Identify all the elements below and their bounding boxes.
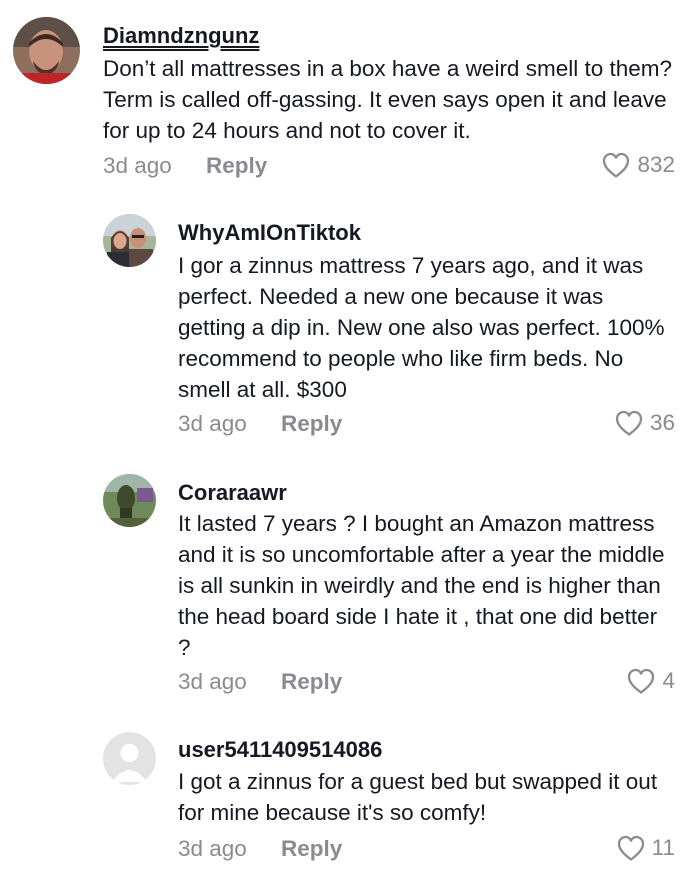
avatar-photo-icon bbox=[13, 17, 80, 84]
like-count: 36 bbox=[649, 410, 675, 435]
reply-button[interactable]: Reply bbox=[281, 669, 342, 695]
avatar-photo-icon bbox=[103, 214, 156, 267]
comment-text: It lasted 7 years ? I bought an Amazon m… bbox=[178, 511, 665, 660]
comment-text: I gor a zinnus mattress 7 years ago, and… bbox=[178, 253, 665, 402]
avatar-photo-icon bbox=[103, 474, 156, 527]
avatar[interactable] bbox=[13, 17, 80, 84]
like-count: 832 bbox=[637, 152, 675, 177]
heart-outline-icon bbox=[603, 152, 630, 178]
comment-item: user5411409514086 I got a zinnus for a g… bbox=[0, 725, 689, 877]
like-count: 4 bbox=[662, 668, 675, 693]
comment-timestamp: 3d ago bbox=[178, 411, 247, 436]
like-button[interactable]: 36 bbox=[614, 409, 675, 437]
comment-username[interactable]: WhyAmIOnTiktok bbox=[178, 220, 361, 246]
reply-button[interactable]: Reply bbox=[281, 411, 342, 437]
comment-item: WhyAmIOnTiktok I gor a zinnus mattress 7… bbox=[0, 200, 689, 460]
default-avatar-icon bbox=[103, 732, 156, 785]
heart-outline-icon bbox=[617, 835, 644, 861]
avatar[interactable] bbox=[103, 732, 156, 785]
reply-button[interactable]: Reply bbox=[206, 153, 267, 179]
avatar[interactable] bbox=[103, 474, 156, 527]
comment-item: Coraraawr It lasted 7 years ? I bought a… bbox=[0, 460, 689, 725]
reply-button[interactable]: Reply bbox=[281, 836, 342, 862]
comment-item: Diamndzngunz Don’t all mattresses in a b… bbox=[0, 0, 689, 200]
comment-timestamp: 3d ago bbox=[178, 669, 247, 694]
like-button[interactable]: 832 bbox=[601, 151, 675, 179]
comment-text: I got a zinnus for a guest bed but swapp… bbox=[178, 769, 658, 825]
comment-timestamp: 3d ago bbox=[178, 836, 247, 861]
avatar[interactable] bbox=[103, 214, 156, 267]
heart-outline-icon bbox=[628, 668, 655, 694]
comment-timestamp: 3d ago bbox=[103, 153, 172, 178]
comment-username[interactable]: Coraraawr bbox=[178, 480, 287, 506]
like-button[interactable]: 11 bbox=[616, 834, 675, 862]
comment-username[interactable]: user5411409514086 bbox=[178, 737, 382, 763]
comment-text: Don’t all mattresses in a box have a wei… bbox=[103, 56, 673, 143]
like-button[interactable]: 4 bbox=[626, 667, 675, 695]
heart-outline-icon bbox=[615, 410, 643, 436]
comment-username[interactable]: Diamndzngunz bbox=[103, 23, 259, 49]
like-count: 11 bbox=[651, 835, 675, 860]
